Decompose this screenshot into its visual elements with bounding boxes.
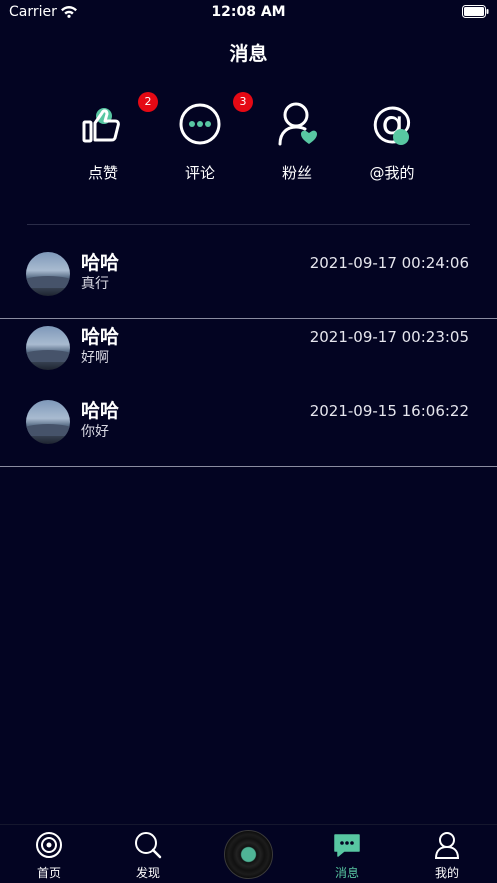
message-time: 2021-09-15 16:06:22: [309, 402, 469, 420]
divider: [27, 224, 470, 225]
battery-icon: [462, 5, 489, 18]
message-text: 你好: [81, 424, 109, 440]
sender-name: 哈哈: [81, 400, 120, 422]
tab-bar: 首页 发现 消息 我的: [0, 824, 497, 883]
tab-profile[interactable]: 我的: [417, 830, 477, 881]
tab-label: 发现: [135, 866, 160, 880]
message-row[interactable]: 哈哈 真行 2021-09-17 00:24:06: [0, 242, 497, 306]
avatar: [26, 326, 70, 370]
message-text: 真行: [81, 276, 109, 292]
tab-label: 首页: [36, 866, 61, 880]
message-text: 好啊: [81, 350, 109, 366]
category-label: 点赞: [87, 164, 118, 182]
category-label: 粉丝: [281, 164, 312, 182]
comment-icon: [179, 103, 221, 145]
tab-discover[interactable]: 发现: [118, 830, 178, 881]
home-record-icon: [36, 832, 62, 858]
thumbs-up-icon: [82, 108, 120, 143]
likes-badge: 2: [138, 92, 158, 112]
tab-label: 我的: [434, 866, 459, 880]
at-mention-icon: @: [371, 97, 413, 146]
sender-name: 哈哈: [81, 252, 120, 274]
avatar: [26, 252, 70, 296]
search-icon: [135, 832, 162, 859]
clock: 12:08 AM: [211, 4, 286, 20]
tab-label: 消息: [334, 866, 359, 880]
message-time: 2021-09-17 00:23:05: [309, 328, 469, 346]
category-fans[interactable]: 粉丝: [257, 96, 337, 183]
tab-home[interactable]: 首页: [19, 830, 79, 881]
category-label: @我的: [369, 164, 415, 182]
category-comments[interactable]: 3 评论: [160, 92, 253, 183]
message-icon: [334, 834, 360, 857]
message-row[interactable]: 哈哈 好啊 2021-09-17 00:23:05: [0, 316, 497, 380]
message-row[interactable]: 哈哈 你好 2021-09-15 16:06:22: [0, 390, 497, 454]
category-likes[interactable]: 2 点赞: [63, 92, 158, 183]
avatar: [26, 400, 70, 444]
category-label: 评论: [184, 164, 215, 182]
messages-screen: Carrier 12:08 AM 消息 2 点赞 3 评论 粉丝 @ @我的 哈…: [0, 0, 497, 883]
sender-name: 哈哈: [81, 326, 120, 348]
page-title: 消息: [229, 43, 268, 65]
row-separator: [0, 466, 497, 467]
message-time: 2021-09-17 00:24:06: [309, 254, 469, 272]
profile-icon: [434, 832, 460, 859]
vinyl-record-icon[interactable]: [224, 830, 273, 879]
comments-badge: 3: [233, 92, 253, 112]
category-mentions[interactable]: @ @我的: [352, 96, 432, 183]
tab-messages[interactable]: 消息: [317, 830, 377, 881]
fans-icon: [278, 102, 317, 146]
status-bar: Carrier 12:08 AM: [0, 0, 497, 26]
